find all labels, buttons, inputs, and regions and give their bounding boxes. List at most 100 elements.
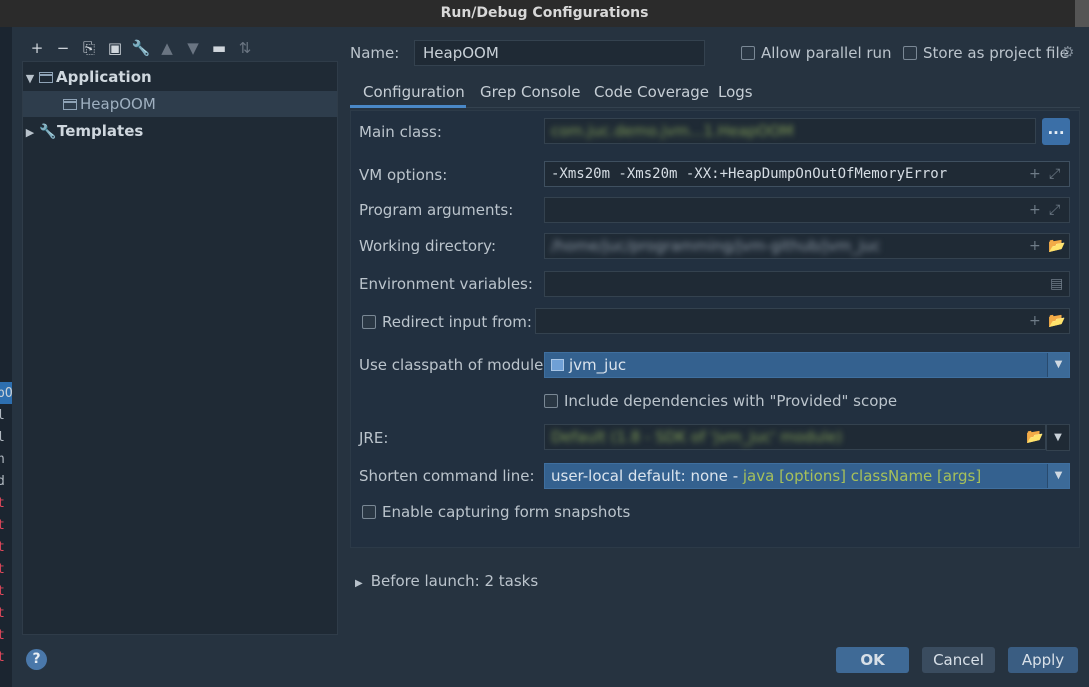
tree-item-heapoom[interactable]: HeapOOM	[23, 91, 337, 117]
apply-button[interactable]: Apply	[1008, 647, 1078, 673]
collapsed-arrow-icon: ▶	[355, 578, 363, 589]
save-icon[interactable]: ▣	[102, 38, 128, 58]
tab-code-coverage[interactable]: Code Coverage	[594, 78, 709, 108]
expand-icon[interactable]: ⤢	[1049, 162, 1060, 186]
background-code-fragment: l	[0, 408, 5, 423]
browse-main-class-button[interactable]: ...	[1042, 118, 1070, 145]
vm-options-label: VM options:	[359, 166, 448, 184]
include-deps-label: Include dependencies with "Provided" sco…	[564, 392, 898, 410]
background-code-fragment: d	[0, 474, 5, 489]
background-code-fragment: t	[0, 584, 5, 599]
working-dir-value: /home/juc/programming/jvm-github/jvm_juc	[551, 237, 881, 255]
tree-item-label: Templates	[57, 122, 144, 140]
name-label: Name:	[350, 44, 400, 62]
working-dir-field[interactable]: /home/juc/programming/jvm-github/jvm_juc…	[544, 233, 1070, 259]
sort-icon[interactable]: ⇅	[232, 38, 258, 58]
tree-toolbar: + − ⎘ ▣ 🔧 ▲ ▼ ▬ ⇅	[24, 38, 258, 58]
background-code-fragment: t	[0, 496, 5, 511]
configuration-tree[interactable]: ▼ Application HeapOOM ▶ 🔧Templates	[22, 61, 338, 635]
window-title: Run/Debug Configurations	[0, 0, 1089, 27]
redirect-input-checkbox[interactable]	[362, 315, 376, 329]
classpath-module-select[interactable]: jvm_juc ▼	[544, 352, 1070, 378]
move-down-icon[interactable]: ▼	[180, 38, 206, 58]
move-up-icon[interactable]: ▲	[154, 38, 180, 58]
main-class-label: Main class:	[359, 123, 442, 141]
store-as-file-label: Store as project file	[923, 44, 1069, 62]
jre-label: JRE:	[359, 429, 389, 447]
shorten-cmd-hint: java [options] className [args]	[742, 467, 982, 485]
chevron-down-icon[interactable]: ▼	[1047, 464, 1069, 488]
add-icon[interactable]: +	[1029, 309, 1041, 333]
wrench-icon: 🔧	[39, 124, 57, 140]
allow-parallel-checkbox[interactable]	[741, 46, 755, 60]
env-vars-field[interactable]: ▤	[544, 271, 1070, 297]
folder-icon[interactable]: 📂	[1048, 234, 1065, 258]
snapshots-label: Enable capturing form snapshots	[382, 503, 631, 521]
redirect-input-label: Redirect input from:	[382, 313, 532, 331]
ok-button[interactable]: OK	[836, 647, 909, 673]
add-icon[interactable]: +	[1029, 198, 1041, 222]
redirect-input-field[interactable]: + 📂	[535, 308, 1070, 334]
gear-icon[interactable]: ⚙	[1061, 43, 1074, 61]
background-code-fragment: t	[0, 562, 5, 577]
new-folder-icon[interactable]: ▬	[206, 38, 232, 58]
tree-item-label: Application	[56, 68, 152, 86]
cancel-button[interactable]: Cancel	[922, 647, 995, 673]
background-code-fragment: t	[0, 628, 5, 643]
tree-item-templates[interactable]: ▶ 🔧Templates	[23, 118, 337, 144]
main-class-value: com.juc.demo.jvm...1.HeapOOM	[551, 122, 794, 140]
wrench-icon[interactable]: 🔧	[128, 38, 154, 58]
folder-icon[interactable]: 📂	[1048, 309, 1065, 333]
jre-dropdown-button[interactable]: ▼	[1046, 424, 1070, 451]
tab-bar: Configuration Grep Console Code Coverage…	[350, 78, 1080, 108]
env-vars-label: Environment variables:	[359, 275, 533, 293]
collapsed-arrow-icon[interactable]: ▶	[23, 120, 37, 146]
tree-item-label: HeapOOM	[80, 95, 156, 113]
store-as-file-checkbox[interactable]	[903, 46, 917, 60]
application-icon	[63, 99, 77, 110]
add-icon[interactable]: +	[1029, 234, 1041, 258]
snapshots-checkbox[interactable]	[362, 505, 376, 519]
expanded-arrow-icon[interactable]: ▼	[23, 66, 37, 92]
background-code-fragment: n	[0, 452, 5, 467]
chevron-down-icon[interactable]: ▼	[1047, 353, 1069, 377]
module-icon	[551, 359, 564, 371]
allow-parallel-label: Allow parallel run	[761, 44, 892, 62]
shorten-cmd-select[interactable]: user-local default: none - java [options…	[544, 463, 1070, 489]
program-args-label: Program arguments:	[359, 201, 514, 219]
shorten-cmd-value: user-local default: none	[551, 467, 728, 485]
include-deps-checkbox[interactable]	[544, 394, 558, 408]
folder-icon[interactable]: 📂	[1026, 425, 1043, 449]
help-button[interactable]: ?	[26, 649, 47, 670]
before-launch-label: Before launch: 2 tasks	[370, 572, 539, 590]
add-icon[interactable]: +	[24, 38, 50, 58]
tab-configuration[interactable]: Configuration	[350, 78, 466, 108]
name-input[interactable]: HeapOOM	[414, 40, 705, 66]
background-code-fragment: t	[0, 518, 5, 533]
program-args-field[interactable]: + ⤢	[544, 197, 1070, 223]
shorten-cmd-label: Shorten command line:	[359, 467, 535, 485]
vm-options-value: -Xms20m -Xms20m -XX:+HeapDumpOnOutOfMemo…	[551, 166, 948, 182]
shorten-cmd-separator: -	[727, 467, 743, 485]
jre-field[interactable]: Default (1.8 - SDK of 'jvm_juc' module) …	[544, 424, 1046, 450]
main-class-field[interactable]: com.juc.demo.jvm...1.HeapOOM	[544, 118, 1036, 144]
background-code-fragment: pO	[0, 386, 12, 401]
expand-icon[interactable]: ⤢	[1049, 198, 1060, 222]
working-dir-label: Working directory:	[359, 237, 497, 255]
background-code-fragment: t	[0, 606, 5, 621]
add-icon[interactable]: +	[1029, 162, 1041, 186]
tab-grep-console[interactable]: Grep Console	[480, 78, 581, 108]
remove-icon[interactable]: −	[50, 38, 76, 58]
copy-icon[interactable]: ⎘	[76, 38, 102, 58]
jre-value: Default (1.8 - SDK of 'jvm_juc' module)	[551, 428, 843, 446]
application-icon	[39, 72, 53, 83]
edit-list-icon[interactable]: ▤	[1050, 272, 1063, 296]
classpath-module-value: jvm_juc	[569, 356, 627, 374]
vm-options-field[interactable]: -Xms20m -Xms20m -XX:+HeapDumpOnOutOfMemo…	[544, 161, 1070, 187]
tab-logs[interactable]: Logs	[718, 78, 753, 108]
window-edge	[1075, 0, 1089, 27]
classpath-label: Use classpath of module:	[359, 356, 549, 374]
tree-item-application[interactable]: ▼ Application	[23, 64, 337, 90]
background-code-fragment: l	[0, 430, 5, 445]
before-launch-toggle[interactable]: ▶ Before launch: 2 tasks	[355, 571, 538, 594]
